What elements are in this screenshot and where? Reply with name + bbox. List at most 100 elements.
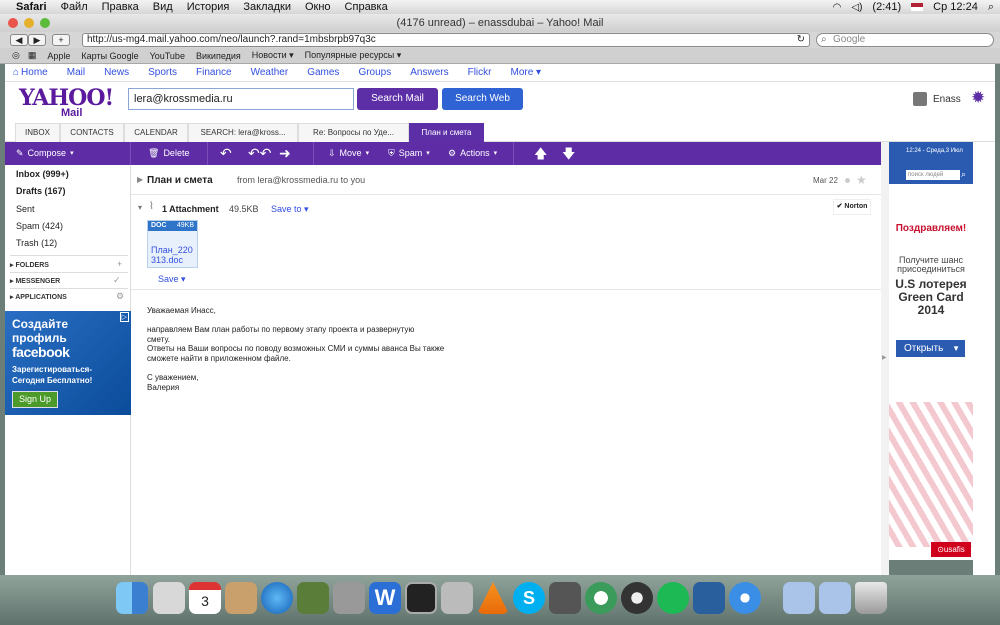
address-bar[interactable]: http://us-mg4.mail.yahoo.com/neo/launch?… bbox=[82, 33, 810, 47]
battery-status[interactable]: (2:41) bbox=[872, 1, 901, 13]
trash-icon[interactable] bbox=[855, 582, 887, 614]
itunes-icon[interactable] bbox=[261, 582, 293, 614]
previous-message-button[interactable]: 🡅 bbox=[534, 142, 547, 165]
radio-icon[interactable] bbox=[657, 582, 689, 614]
ad-search-box[interactable]: поиск людей bbox=[906, 170, 960, 180]
add-folder-icon[interactable]: + bbox=[117, 259, 122, 269]
nav-finance[interactable]: Finance bbox=[196, 67, 232, 78]
folder-inbox[interactable]: Inbox (999+) bbox=[16, 169, 69, 179]
bookmark-wikipedia[interactable]: Википедия bbox=[196, 51, 241, 61]
tab-contacts[interactable]: CONTACTS bbox=[60, 123, 124, 142]
home-icon[interactable]: ⌂ bbox=[13, 67, 19, 78]
nav-mail[interactable]: Mail bbox=[67, 67, 85, 78]
top-sites-icon[interactable]: ▦ bbox=[28, 50, 37, 61]
nav-news[interactable]: News bbox=[104, 67, 129, 78]
applications-gear-icon[interactable]: ⚙ bbox=[116, 291, 124, 302]
reload-icon[interactable]: ↻ bbox=[797, 34, 805, 46]
word-icon[interactable]: W bbox=[369, 582, 401, 614]
nav-more[interactable]: More ▾ bbox=[510, 67, 541, 78]
zoom-window-button[interactable] bbox=[40, 18, 50, 28]
user-avatar-icon[interactable] bbox=[913, 92, 927, 106]
skype-icon[interactable]: S bbox=[513, 582, 545, 614]
image-capture-icon[interactable] bbox=[441, 582, 473, 614]
facebook-ad[interactable]: ▷ Создайте профиль facebook Зарегистиров… bbox=[5, 311, 131, 415]
menu-edit[interactable]: Правка bbox=[102, 1, 139, 13]
back-button[interactable]: ◀ bbox=[10, 34, 28, 46]
menu-view[interactable]: Вид bbox=[153, 1, 173, 13]
bookmark-apple[interactable]: Apple bbox=[47, 51, 70, 61]
ad-info-icon[interactable]: ▷ bbox=[119, 312, 129, 322]
attachment-save-link[interactable]: Save ▾ bbox=[158, 274, 186, 285]
google-search-field[interactable]: ⌕ Google bbox=[816, 33, 994, 47]
nav-answers[interactable]: Answers bbox=[410, 67, 448, 78]
menu-help[interactable]: Справка bbox=[345, 1, 388, 13]
reply-button[interactable]: ↶ bbox=[220, 142, 232, 165]
volume-icon[interactable]: ◁) bbox=[851, 2, 862, 13]
finder-icon[interactable] bbox=[116, 582, 148, 614]
ad-search-icon[interactable]: ⌕ bbox=[961, 169, 966, 180]
right-panel-toggle[interactable]: ▶ bbox=[881, 142, 889, 575]
vlc-icon[interactable] bbox=[477, 582, 509, 614]
next-message-button[interactable]: 🡇 bbox=[562, 142, 575, 165]
nav-weather[interactable]: Weather bbox=[251, 67, 289, 78]
star-icon[interactable]: ★ bbox=[856, 173, 867, 187]
folder-spam[interactable]: Spam (424) bbox=[16, 221, 63, 231]
tab-calendar[interactable]: CALENDAR bbox=[124, 123, 188, 142]
calendar-icon[interactable]: 3 bbox=[189, 582, 221, 614]
reading-list-icon[interactable]: ◎ bbox=[12, 50, 20, 61]
virtualbox-icon[interactable] bbox=[693, 582, 725, 614]
lottery-ad[interactable]: 12:24 - Среда,3 Июл поиск людей ⌕ Поздра… bbox=[889, 142, 973, 560]
applications-folder-icon[interactable] bbox=[783, 582, 815, 614]
bookmark-news[interactable]: Новости ▾ bbox=[252, 50, 294, 61]
yahoo-mail-logo[interactable]: YAHOO! Mail bbox=[19, 87, 114, 119]
folder-sent[interactable]: Sent bbox=[16, 204, 35, 214]
attachment-card[interactable]: DOC 49KB План_220313.doc bbox=[147, 220, 198, 268]
nav-groups[interactable]: Groups bbox=[358, 67, 391, 78]
tab-inbox[interactable]: INBOX bbox=[15, 123, 60, 142]
section-applications[interactable]: ▸ APPLICATIONS bbox=[10, 293, 67, 301]
nav-games[interactable]: Games bbox=[307, 67, 339, 78]
menu-history[interactable]: История bbox=[187, 1, 230, 13]
close-window-button[interactable] bbox=[8, 18, 18, 28]
safari-icon[interactable] bbox=[729, 582, 761, 614]
terminal-icon[interactable] bbox=[405, 582, 437, 614]
folder-drafts[interactable]: Drafts (167) bbox=[16, 186, 66, 196]
actions-button[interactable]: ⚙ Actions ▾ bbox=[448, 142, 497, 165]
nav-sports[interactable]: Sports bbox=[148, 67, 177, 78]
nav-home[interactable]: Home bbox=[21, 67, 48, 78]
menu-bookmarks[interactable]: Закладки bbox=[243, 1, 291, 13]
compose-button[interactable]: ✎ Compose ▾ bbox=[16, 142, 74, 165]
wifi-icon[interactable]: ◠ bbox=[833, 2, 842, 13]
photo-booth-icon[interactable] bbox=[549, 582, 581, 614]
section-messenger[interactable]: ▸ MESSENGER bbox=[10, 277, 60, 285]
contacts-icon[interactable] bbox=[225, 582, 257, 614]
tab-reply-thread[interactable]: Re: Вопросы по Уде... bbox=[298, 123, 409, 142]
tab-search-results[interactable]: SEARCH: lera@kross... bbox=[188, 123, 298, 142]
flag-icon[interactable] bbox=[911, 3, 924, 11]
save-to-link[interactable]: Save to ▾ bbox=[271, 204, 309, 215]
messenger-status-icon[interactable]: ✓ bbox=[113, 275, 121, 286]
expand-header-icon[interactable]: ▶ bbox=[137, 175, 143, 184]
search-mail-button[interactable]: Search Mail bbox=[357, 88, 438, 110]
dvd-player-icon[interactable] bbox=[621, 582, 653, 614]
search-web-button[interactable]: Search Web bbox=[442, 88, 523, 110]
ad-signup-button[interactable]: Sign Up bbox=[12, 391, 58, 408]
menubar-clock[interactable]: Ср 12:24 bbox=[933, 1, 978, 13]
ad-open-button[interactable]: Открыть ▼ bbox=[896, 340, 965, 357]
menu-window[interactable]: Окно bbox=[305, 1, 331, 13]
user-name[interactable]: Enass bbox=[933, 94, 961, 105]
menu-app[interactable]: Safari bbox=[16, 1, 47, 13]
delete-button[interactable]: 🗑 Delete bbox=[148, 142, 189, 165]
folder-trash[interactable]: Trash (12) bbox=[16, 238, 57, 248]
spotlight-icon[interactable]: ⌕ bbox=[988, 1, 994, 14]
add-bookmark-button[interactable]: + bbox=[52, 34, 70, 46]
bookmark-popular[interactable]: Популярные ресурсы ▾ bbox=[305, 50, 402, 61]
settings-gear-icon[interactable]: ✹ bbox=[971, 88, 985, 108]
reply-all-button[interactable]: ↶↶ bbox=[248, 142, 271, 165]
spam-button[interactable]: ⛨ Spam ▾ bbox=[388, 142, 430, 165]
bookmark-google-maps[interactable]: Карты Google bbox=[81, 51, 138, 61]
message-from[interactable]: from lera@krossmedia.ru to you bbox=[237, 175, 365, 185]
mail-search-input[interactable]: lera@krossmedia.ru bbox=[128, 88, 354, 110]
bookmark-youtube[interactable]: YouTube bbox=[150, 51, 185, 61]
move-button[interactable]: ⇩ Move ▾ bbox=[328, 142, 369, 165]
